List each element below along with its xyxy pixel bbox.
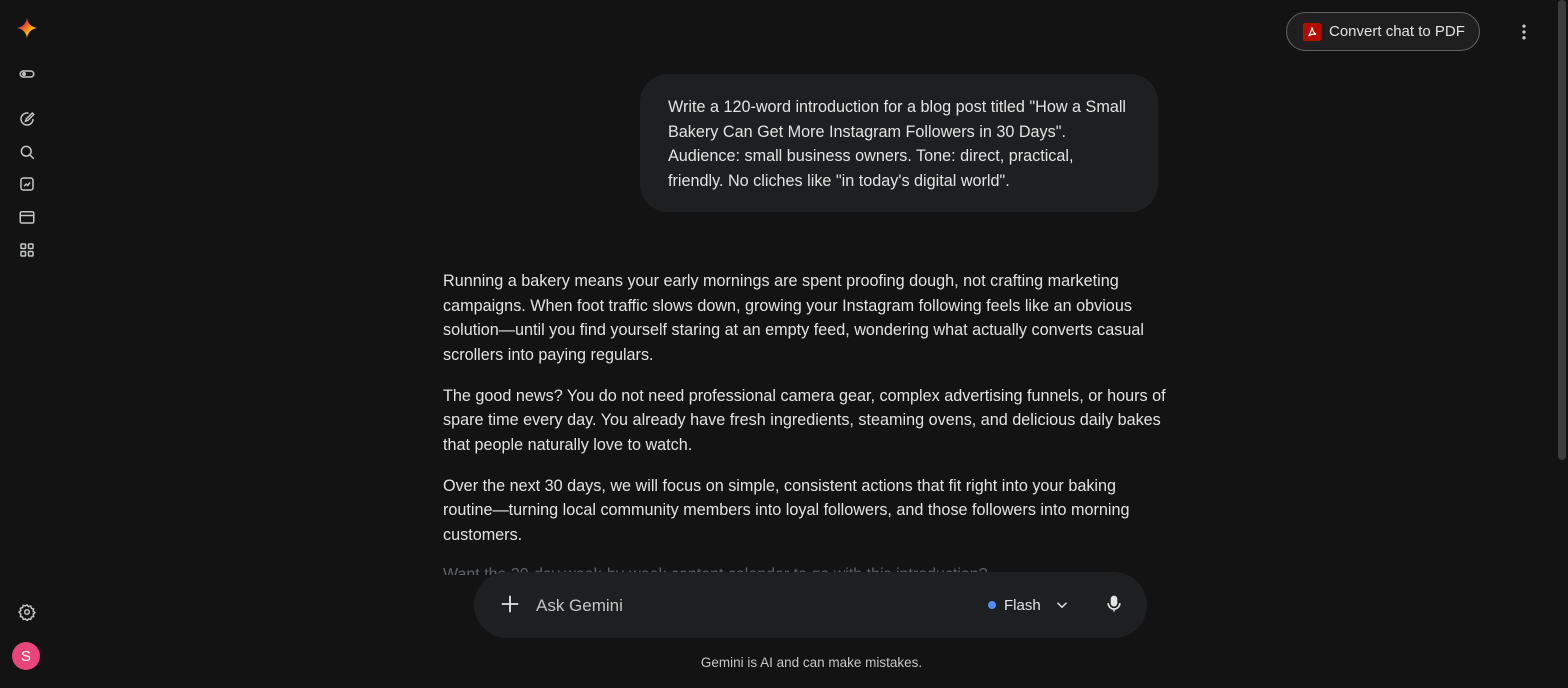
- gallery-icon[interactable]: [13, 170, 41, 198]
- model-status-dot: [988, 601, 996, 609]
- ask-gemini-input[interactable]: [534, 590, 938, 622]
- settings-icon[interactable]: [13, 598, 41, 626]
- response-paragraph: The good news? You do not need professio…: [443, 386, 1166, 454]
- disclaimer-text: Gemini is AI and can make mistakes.: [700, 655, 923, 670]
- response-paragraph: Running a bakery means your early mornin…: [443, 272, 1144, 364]
- chevron-down-icon: [1056, 602, 1067, 609]
- pdf-icon: [1303, 22, 1321, 41]
- toggle-icon[interactable]: [13, 60, 41, 88]
- microphone-icon[interactable]: [1102, 592, 1126, 616]
- user-prompt-text: Write a 120-word introduction for a blog…: [668, 98, 1127, 190]
- convert-chat-to-pdf-label: Convert chat to PDF: [1329, 23, 1465, 40]
- model-response: Running a bakery means your early mornin…: [443, 269, 1169, 564]
- sidebar: S: [0, 0, 54, 688]
- folder-icon[interactable]: [13, 203, 41, 231]
- gemini-logo-icon[interactable]: [13, 14, 41, 42]
- response-paragraph: Over the next 30 days, we will focus on …: [443, 476, 1130, 544]
- edit-icon[interactable]: [13, 105, 41, 133]
- search-icon[interactable]: [13, 138, 41, 166]
- scrollbar-thumb[interactable]: [1558, 0, 1566, 460]
- model-selector[interactable]: Flash: [988, 592, 1071, 618]
- convert-chat-to-pdf-button[interactable]: Convert chat to PDF: [1286, 12, 1480, 51]
- add-icon[interactable]: [498, 592, 522, 616]
- model-label: Flash: [1004, 596, 1041, 614]
- apps-grid-icon[interactable]: [13, 236, 41, 264]
- more-options-icon[interactable]: [1512, 20, 1536, 44]
- prompt-input-bar: Flash: [474, 572, 1147, 638]
- user-prompt-bubble: Write a 120-word introduction for a blog…: [640, 74, 1158, 212]
